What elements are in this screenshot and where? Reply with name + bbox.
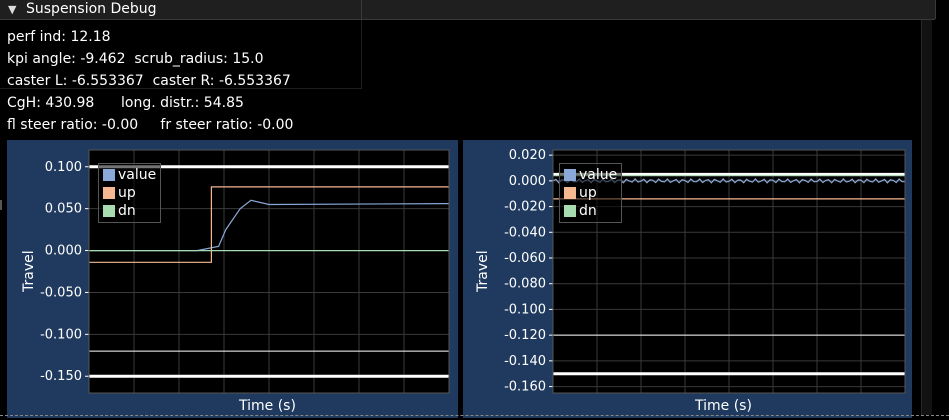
legend-swatch-up [103,187,115,199]
y-tick-label: -0.140 [504,354,546,369]
y-tick-label: -0.040 [504,225,546,240]
legend-item-value[interactable]: value [564,166,617,184]
legend-label: up [118,185,136,201]
y-axis-label: Travel [21,250,37,292]
legend-label: value [579,167,618,183]
legend-label: up [579,185,597,201]
vertical-scrollbar[interactable] [921,20,932,415]
y-tick-label: 0.020 [509,148,546,163]
y-tick-label: -0.100 [504,302,546,317]
x-axis-label: Time (s) [695,398,752,414]
legend-label: dn [579,203,597,219]
y-axis-label: Travel [475,250,491,292]
legend-left: value up dn [98,163,162,223]
y-tick-label: -0.160 [504,380,546,395]
y-tick-label: 0.100 [45,160,82,175]
legend-item-dn[interactable]: dn [564,202,617,220]
legend-swatch-dn [564,205,576,217]
y-tick-label: -0.060 [504,251,546,266]
caster-text: caster L: -6.553367 caster R: -6.553367 [7,73,291,89]
legend-swatch-up [564,187,576,199]
window-bottom-border [0,415,949,417]
legend-item-dn[interactable]: dn [103,202,156,220]
legend-right: value up dn [559,163,623,223]
legend-label: value [118,167,157,183]
legend-item-up[interactable]: up [564,184,617,202]
y-tick-label: -0.020 [504,200,546,215]
title-divider [361,0,362,19]
y-tick-label: 0.050 [45,202,82,217]
y-tick-label: -0.100 [40,327,82,342]
legend-swatch-dn [103,205,115,217]
perf-index-text: perf ind: 12.18 [7,29,111,45]
collapse-arrow-icon[interactable]: ▼ [8,3,16,16]
legend-swatch-value [564,169,576,181]
kpi-scrub-text: kpi angle: -9.462 scrub_radius: 15.0 [7,51,264,67]
y-tick-label: 0.000 [509,174,546,189]
legend-item-up[interactable]: up [103,184,156,202]
window-title-bar[interactable]: ▼ Suspension Debug [0,0,936,20]
legend-item-value[interactable]: value [103,166,156,184]
y-tick-label: 0.000 [45,244,82,259]
legend-swatch-value [103,169,115,181]
steer-ratio-text: fl steer ratio: -0.00 fr steer ratio: -0… [7,117,294,133]
y-tick-label: -0.150 [40,369,82,384]
y-tick-label: -0.120 [504,328,546,343]
title-divider [935,0,936,19]
y-tick-label: -0.080 [504,277,546,292]
cgh-distribution-text: CgH: 430.98 long. distr.: 54.85 [7,95,244,111]
legend-label: dn [118,203,136,219]
y-tick-label: -0.050 [40,285,82,300]
window-title: Suspension Debug [26,1,157,17]
x-axis-label: Time (s) [239,398,296,414]
resize-handle[interactable] [0,200,2,210]
